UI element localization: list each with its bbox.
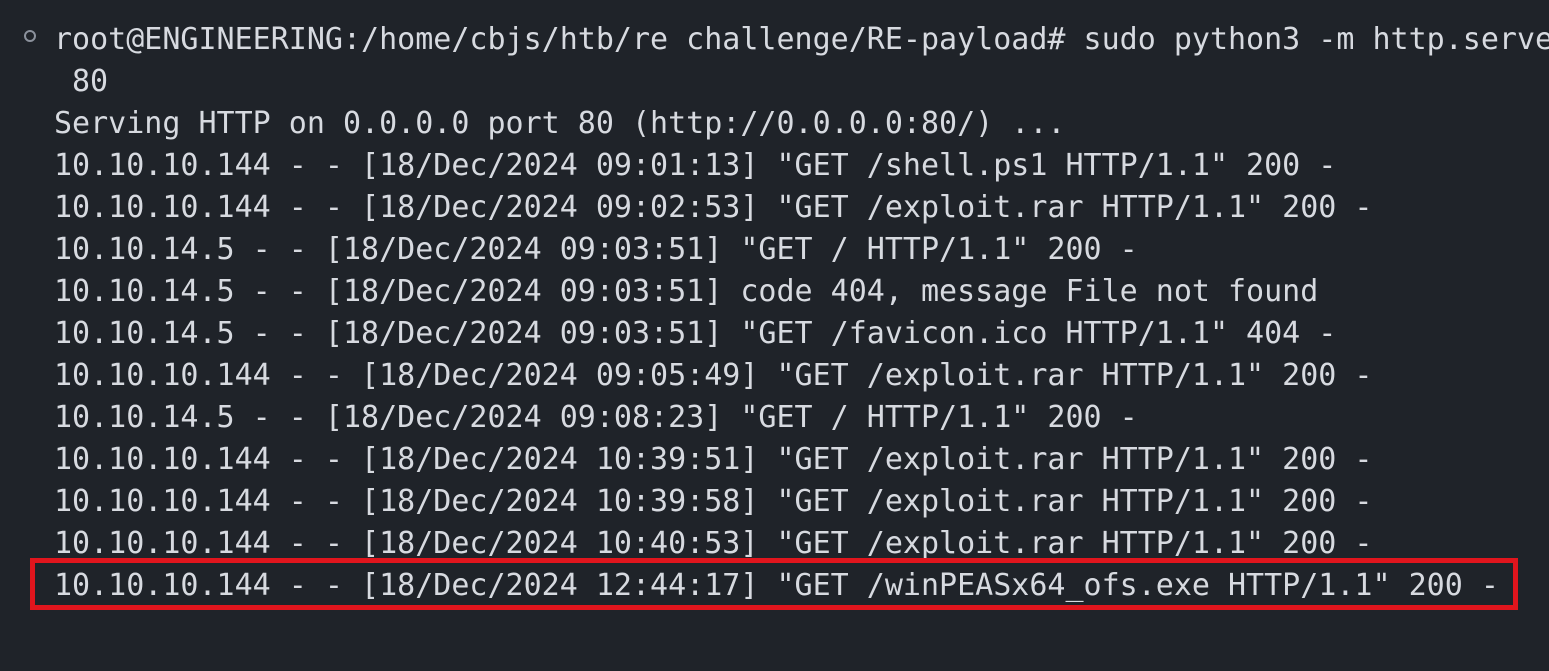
command-line: root@ENGINEERING:/home/cbjs/htb/re chall… xyxy=(54,22,1549,57)
output-line: 10.10.10.144 - - [18/Dec/2024 09:01:13] … xyxy=(54,148,1337,183)
terminal-panel[interactable]: root@ENGINEERING:/home/cbjs/htb/re chall… xyxy=(0,0,1549,671)
command-status-circle-icon xyxy=(24,30,36,42)
output-line: 10.10.14.5 - - [18/Dec/2024 09:08:23] "G… xyxy=(54,400,1138,435)
red-highlight-box xyxy=(30,558,1518,610)
output-line: 10.10.10.144 - - [18/Dec/2024 09:02:53] … xyxy=(54,190,1373,225)
output-line: 10.10.10.144 - - [18/Dec/2024 09:05:49] … xyxy=(54,358,1373,393)
output-line: 10.10.10.144 - - [18/Dec/2024 10:39:58] … xyxy=(54,484,1373,519)
command-continuation: 80 xyxy=(72,64,109,99)
output-line: 10.10.14.5 - - [18/Dec/2024 09:03:51] co… xyxy=(54,274,1319,309)
output-line: Serving HTTP on 0.0.0.0 port 80 (http://… xyxy=(54,106,1066,141)
output-line: 10.10.14.5 - - [18/Dec/2024 09:03:51] "G… xyxy=(54,316,1337,351)
output-line: 10.10.10.144 - - [18/Dec/2024 10:39:51] … xyxy=(54,442,1373,477)
output-line: 10.10.14.5 - - [18/Dec/2024 09:03:51] "G… xyxy=(54,232,1138,267)
